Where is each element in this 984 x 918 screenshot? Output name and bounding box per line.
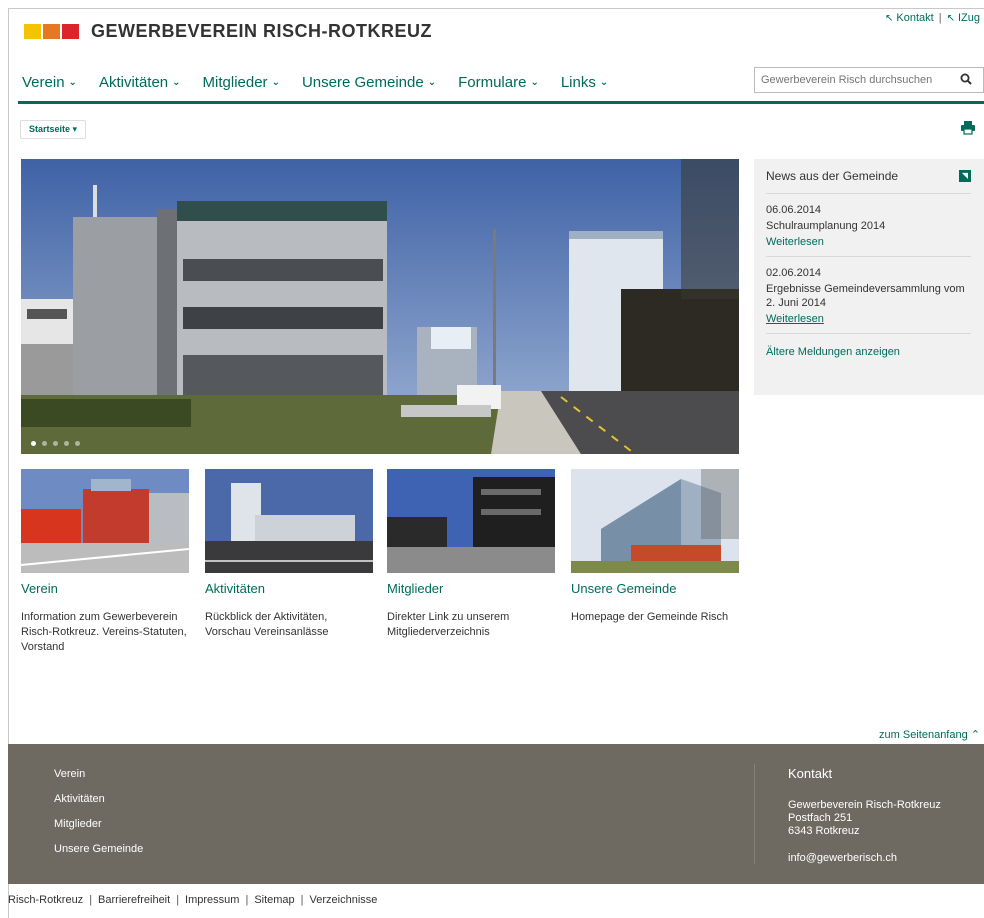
rss-icon[interactable]: ◥: [959, 170, 971, 182]
chevron-down-icon: ⌄: [172, 77, 181, 88]
news-panel: News aus der Gemeinde ◥ 06.06.2014 Schul…: [754, 159, 984, 395]
news-read-more-link[interactable]: Weiterlesen: [766, 313, 971, 325]
nav-item-formulare[interactable]: Formulare ⌄: [458, 74, 539, 91]
news-item: 02.06.2014 Ergebnisse Gemeindeversammlun…: [766, 257, 971, 334]
teaser-description: Direkter Link zu unserem Mitgliederverze…: [387, 611, 510, 638]
teaser-aktivitaeten[interactable]: Aktivitäten Rückblick der Aktivitäten, V…: [205, 469, 373, 640]
contact-line: 6343 Rotkreuz: [788, 825, 860, 837]
legal-link-sitemap[interactable]: Sitemap: [254, 894, 294, 906]
logo-square-orange: [43, 24, 60, 39]
chevron-down-icon: ⌄: [271, 77, 280, 88]
teaser-title[interactable]: Aktivitäten: [205, 581, 373, 596]
legal-link-directories[interactable]: Verzeichnisse: [310, 894, 378, 906]
slider-dot[interactable]: [64, 441, 69, 446]
teaser-unsere-gemeinde[interactable]: Unsere Gemeinde Homepage der Gemeinde Ri…: [571, 469, 739, 625]
teaser-title[interactable]: Unsere Gemeinde: [571, 581, 739, 596]
older-news-link[interactable]: Ältere Meldungen anzeigen: [766, 334, 971, 358]
service-nav: ↖ Kontakt | ↖ IZug: [885, 12, 980, 24]
logo-square-red: [62, 24, 79, 39]
legal-link-accessibility[interactable]: Barrierefreiheit: [98, 894, 170, 906]
nav-item-links[interactable]: Links ⌄: [561, 74, 608, 91]
breadcrumb[interactable]: Startseite ▾: [20, 120, 87, 139]
contact-title: Kontakt: [788, 766, 833, 781]
slider-dot[interactable]: [53, 441, 58, 446]
slider-dot[interactable]: [42, 441, 47, 446]
teaser-description: Homepage der Gemeinde Risch: [571, 611, 729, 623]
site-title: GEWERBEVEREIN RISCH-ROTKREUZ: [91, 21, 433, 41]
chevron-down-icon: ⌄: [530, 77, 539, 88]
nav-item-unsere-gemeinde[interactable]: Unsere Gemeinde ⌄: [302, 74, 436, 91]
footer-links: Verein Aktivitäten Mitglieder Unsere Gem…: [54, 768, 143, 868]
separator: |: [245, 894, 249, 906]
separator: |: [89, 894, 93, 906]
contact-line: Postfach 251: [788, 812, 853, 824]
footer-link-verein[interactable]: Verein: [54, 768, 143, 780]
service-link-izug[interactable]: ↖ IZug: [947, 12, 980, 24]
external-arrow-icon: ↖: [946, 13, 955, 24]
search-box: [754, 67, 984, 93]
chevron-down-icon: ⌄: [599, 77, 609, 88]
legal-link-imprint[interactable]: Impressum: [185, 894, 239, 906]
caret-down-icon: ▾: [72, 124, 78, 134]
news-read-more-link[interactable]: Weiterlesen: [766, 236, 971, 248]
teaser-description: Rückblick der Aktivitäten, Vorschau Vere…: [205, 611, 329, 638]
separator: |: [176, 894, 180, 906]
news-header: News aus der Gemeinde ◥: [766, 169, 971, 194]
footer-link-mitglieder[interactable]: Mitglieder: [54, 818, 143, 830]
chevron-down-icon: ⌄: [68, 77, 77, 88]
back-to-top-link[interactable]: zum Seitenanfang ⌃: [879, 728, 980, 741]
logo-square-yellow: [24, 24, 41, 39]
chevron-down-icon: ⌄: [427, 77, 437, 88]
contact-line: Gewerbeverein Risch-Rotkreuz: [788, 799, 941, 811]
news-item: 06.06.2014 Schulraumplanung 2014 Weiterl…: [766, 194, 971, 257]
hero-image: [21, 159, 739, 454]
chevron-up-icon: ⌃: [970, 729, 980, 741]
teaser-description: Information zum Gewerbeverein Risch-Rotk…: [21, 611, 187, 653]
teaser-image[interactable]: [205, 469, 373, 573]
news-date: 02.06.2014: [766, 267, 822, 279]
news-heading: News aus der Gemeinde: [766, 169, 899, 183]
teaser-title[interactable]: Mitglieder: [387, 581, 555, 596]
legal-link-home[interactable]: Risch-Rotkreuz: [8, 894, 83, 906]
nav-item-verein[interactable]: Verein ⌄: [22, 74, 77, 91]
hero-photo-illustration: [21, 159, 739, 454]
footer: Verein Aktivitäten Mitglieder Unsere Gem…: [8, 744, 984, 884]
slider-dots: [31, 441, 80, 446]
legal-links: Risch-Rotkreuz | Barrierefreiheit | Impres…: [8, 894, 377, 906]
footer-divider: [754, 764, 755, 864]
nav-item-mitglieder[interactable]: Mitglieder ⌄: [203, 74, 280, 91]
search-icon[interactable]: [955, 73, 977, 88]
teaser-image[interactable]: [387, 469, 555, 573]
nav-divider: [18, 101, 984, 104]
teaser-verein[interactable]: Verein Information zum Gewerbeverein Ris…: [21, 469, 189, 655]
teaser-image[interactable]: [571, 469, 739, 573]
service-link-kontakt[interactable]: ↖ Kontakt: [885, 12, 934, 24]
separator: |: [300, 894, 304, 906]
print-icon[interactable]: [960, 120, 976, 139]
slider-dot[interactable]: [75, 441, 80, 446]
footer-contact: Kontakt Gewerbeverein Risch-Rotkreuz Pos…: [788, 766, 941, 864]
external-arrow-icon: ↖: [885, 13, 894, 24]
logo-squares: [24, 24, 79, 39]
slider-dot[interactable]: [31, 441, 36, 446]
teaser-image[interactable]: [21, 469, 189, 573]
news-date: 06.06.2014: [766, 204, 822, 216]
site-logo[interactable]: GEWERBEVEREIN RISCH-ROTKREUZ: [24, 21, 432, 42]
news-title: Ergebnisse Gemeindeversammlung vom 2. Ju…: [766, 283, 965, 309]
teaser-title[interactable]: Verein: [21, 581, 189, 596]
teaser-mitglieder[interactable]: Mitglieder Direkter Link zu unserem Mitg…: [387, 469, 555, 640]
separator: |: [938, 12, 942, 24]
footer-link-unsere-gemeinde[interactable]: Unsere Gemeinde: [54, 843, 143, 855]
news-title: Schulraumplanung 2014: [766, 220, 886, 232]
contact-email-link[interactable]: info@gewerberisch.ch: [788, 852, 941, 864]
footer-link-aktivitaeten[interactable]: Aktivitäten: [54, 793, 143, 805]
nav-item-aktivitaeten[interactable]: Aktivitäten ⌄: [99, 74, 181, 91]
search-input[interactable]: [755, 74, 955, 86]
main-nav: Verein ⌄ Aktivitäten ⌄ Mitglieder ⌄ Unsere …: [22, 74, 630, 91]
